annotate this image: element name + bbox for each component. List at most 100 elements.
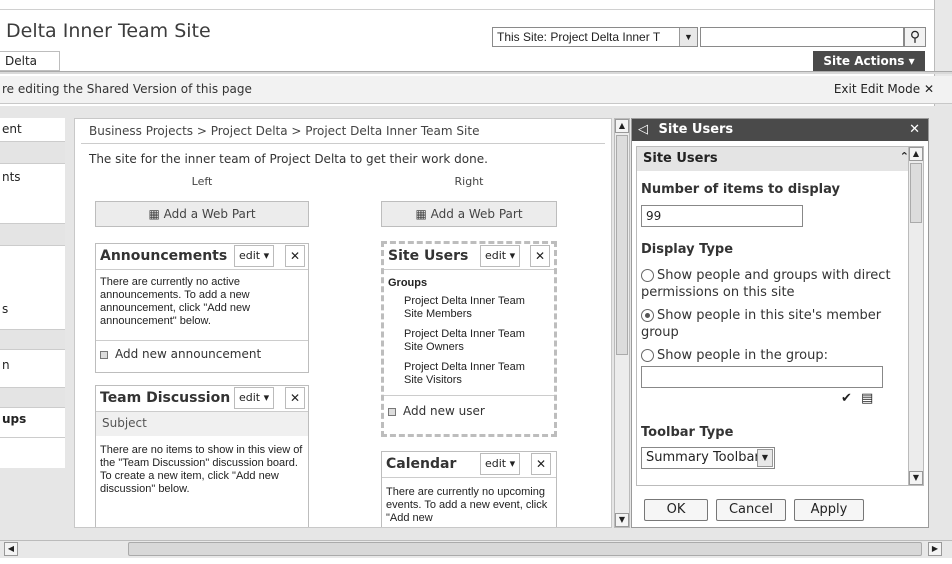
scroll-up-icon[interactable]: ▲ (615, 119, 629, 133)
close-icon[interactable]: ✕ (531, 453, 551, 475)
add-link-label: Add new announcement (115, 347, 262, 361)
main-vertical-scrollbar[interactable]: ▲ ▼ (614, 118, 630, 528)
scroll-left-icon[interactable]: ◀ (4, 542, 18, 556)
top-nav-tab[interactable]: Delta (0, 51, 60, 71)
toolbar-type-select[interactable]: Summary Toolbar ▼ (641, 447, 775, 469)
tool-section-header[interactable]: Site Users ⌃ (637, 147, 915, 171)
apply-button[interactable]: Apply (794, 499, 864, 521)
quick-launch-item[interactable]: n (0, 350, 65, 388)
section-title: Site Users (643, 151, 718, 166)
group-link[interactable]: Project Delta Inner Team Site Members (404, 295, 544, 321)
close-icon[interactable]: ✕ (285, 245, 305, 267)
radio-button[interactable] (641, 269, 654, 282)
search-scope-value: This Site: Project Delta Inner T (497, 30, 661, 44)
web-part-icon: ▦ (415, 207, 427, 221)
items-to-display-label: Number of items to display (641, 182, 840, 197)
radio-option-member-group[interactable]: Show people in this site's member group (641, 307, 903, 341)
column-header-subject[interactable]: Subject (96, 412, 308, 436)
scroll-thumb[interactable] (910, 163, 922, 223)
group-name-input[interactable] (641, 366, 883, 388)
quick-launch-header (0, 330, 65, 350)
web-part-message: There are currently no upcoming events. … (386, 486, 548, 524)
edit-menu-button[interactable]: edit ▾ (480, 453, 521, 475)
right-zone-label: Right (454, 175, 484, 188)
breadcrumb[interactable]: Business Projects > Project Delta > Proj… (89, 124, 479, 138)
scroll-down-icon[interactable]: ▼ (615, 513, 629, 527)
add-web-part-label: Add a Web Part (430, 207, 523, 221)
search-input[interactable] (700, 27, 904, 47)
header-divider (0, 71, 952, 74)
site-actions-menu[interactable]: Site Actions ▾ (813, 51, 925, 71)
edit-mode-bar: re editing the Shared Version of this pa… (0, 76, 952, 104)
web-part-message: There are currently no active announceme… (100, 276, 251, 327)
radio-label: Show people and groups with direct permi… (641, 268, 891, 300)
group-link[interactable]: Project Delta Inner Team Site Owners (404, 328, 544, 354)
address-book-icon[interactable]: ▤ (861, 391, 873, 406)
web-part-header: Announcements edit ▾ ✕ (96, 244, 308, 270)
radio-option-group[interactable]: Show people in the group: (641, 347, 903, 364)
site-title[interactable]: Delta Inner Team Site (6, 20, 211, 42)
web-part-title[interactable]: Site Users (388, 248, 468, 264)
web-part-title[interactable]: Team Discussion (100, 390, 230, 406)
web-part-title[interactable]: Calendar (386, 456, 456, 472)
divider (96, 340, 308, 341)
radio-button[interactable] (641, 349, 654, 362)
close-icon[interactable]: ✕ (909, 119, 920, 141)
edit-menu-button[interactable]: edit ▾ (234, 387, 275, 409)
search-icon[interactable]: ⚲ (904, 27, 926, 47)
bullet-icon (100, 350, 108, 359)
close-icon[interactable]: ✕ (285, 387, 305, 409)
scroll-thumb[interactable] (616, 135, 628, 355)
add-link-label: Add new user (403, 404, 485, 418)
radio-label: Show people in this site's member group (641, 308, 882, 340)
radio-option-direct-permissions[interactable]: Show people and groups with direct permi… (641, 267, 903, 301)
horizontal-scroll-thumb[interactable] (128, 542, 922, 556)
add-web-part-label: Add a Web Part (163, 207, 256, 221)
radio-button-selected[interactable] (641, 309, 654, 322)
scroll-up-icon[interactable]: ▲ (909, 147, 923, 161)
tool-pane-body: Site Users ⌃ Number of items to display … (636, 146, 916, 486)
divider (81, 143, 605, 144)
exit-edit-label: Exit Edit Mode (833, 82, 921, 96)
site-users-web-part: Site Users edit ▾ ✕ Groups Project Delta… (381, 241, 557, 437)
collapse-left-icon[interactable]: ◁ (632, 122, 648, 137)
display-type-label: Display Type (641, 242, 734, 257)
edit-menu-button[interactable]: edit ▾ (234, 245, 275, 267)
quick-launch-item[interactable]: ups (0, 408, 65, 438)
add-web-part-button-left[interactable]: ▦ Add a Web Part (95, 201, 309, 227)
tool-pane-scrollbar[interactable]: ▲ ▼ (908, 146, 924, 486)
edit-label: edit (239, 391, 261, 404)
group-link[interactable]: Project Delta Inner Team Site Visitors (404, 361, 544, 387)
edit-menu-button[interactable]: edit ▾ (480, 245, 521, 267)
exit-edit-mode-link[interactable]: Exit Edit Mode ✕ (834, 76, 934, 103)
quick-launch-item[interactable]: nts (0, 164, 65, 224)
chevron-down-icon[interactable]: ▼ (679, 28, 697, 46)
add-new-user-link[interactable]: Add new user (388, 404, 485, 418)
web-part-title[interactable]: Announcements (100, 248, 227, 264)
web-part-message: There are no items to show in this view … (100, 444, 303, 495)
scroll-down-icon[interactable]: ▼ (909, 471, 923, 485)
radio-label: Show people in the group: (657, 348, 828, 363)
chevron-down-icon[interactable]: ▼ (757, 449, 773, 467)
select-value: Summary Toolbar (646, 450, 760, 465)
edit-label: edit (485, 249, 507, 262)
toolbar-type-label: Toolbar Type (641, 425, 734, 440)
site-actions-label: Site Actions (823, 54, 905, 68)
close-icon[interactable]: ✕ (530, 245, 550, 267)
calendar-web-part: Calendar edit ▾ ✕ There are currently no… (381, 451, 557, 527)
tool-pane-header: ◁ Site Users ✕ (632, 119, 928, 141)
web-part-header: Team Discussion edit ▾ ✕ (96, 386, 308, 412)
check-names-icon[interactable]: ✔ (841, 391, 852, 406)
edit-label: edit (239, 249, 261, 262)
add-web-part-button-right[interactable]: ▦ Add a Web Part (381, 201, 557, 227)
edit-label: edit (485, 457, 507, 470)
quick-launch-item[interactable]: s (0, 246, 65, 330)
ok-button[interactable]: OK (644, 499, 708, 521)
quick-launch-item[interactable]: ent (0, 118, 65, 142)
web-part-header: Site Users edit ▾ ✕ (384, 244, 554, 270)
scroll-right-icon[interactable]: ▶ (928, 542, 942, 556)
cancel-button[interactable]: Cancel (716, 499, 786, 521)
search-scope-select[interactable]: This Site: Project Delta Inner T ▼ (492, 27, 698, 47)
add-new-announcement-link[interactable]: Add new announcement (100, 347, 261, 361)
items-to-display-input[interactable]: 99 (641, 205, 803, 227)
